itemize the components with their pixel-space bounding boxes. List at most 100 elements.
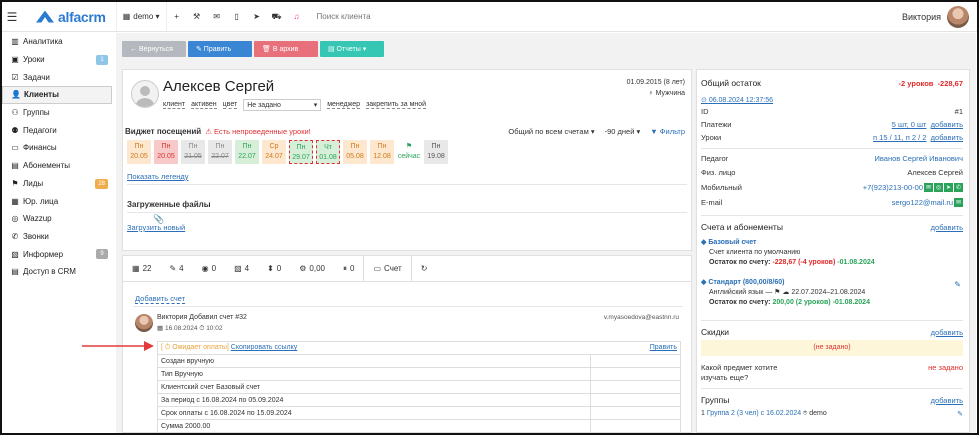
invoice-edit-link[interactable]: Править [650,344,677,351]
back-button[interactable]: ← Вернуться [122,41,186,57]
sidebar-item-building[interactable]: ▦ Юр. лица [2,192,112,210]
telegram-icon[interactable]: ➤ [247,2,267,31]
tag-client[interactable]: клиент [163,101,186,109]
tab-3[interactable]: ▧ 4 [225,256,258,281]
copy-link[interactable]: Скопировать ссылку [231,344,298,351]
scope-select[interactable]: Общий по всем счетам ▾ [508,127,594,136]
attendance-day[interactable]: Ср 24.07 [262,140,286,164]
attendance-day[interactable]: Пн 20.05 [127,140,151,164]
sidebar-item-teacher[interactable]: ⚉ Педагоги [2,121,112,139]
sidebar-item-card[interactable]: ▤ Абонементы [2,157,112,175]
payments-add-link[interactable]: добавить [931,120,963,129]
sidebar-item-tasks[interactable]: ☑ Задачи [2,68,112,86]
filter-button[interactable]: ▼ Фильтр [650,127,685,136]
mobile-row: Мобильный +7(923)213-00-00 ✉ ◎ ➤ ✆ [701,183,963,192]
sidebar-item-whatsapp[interactable]: ◎ Wazzup [2,210,112,228]
branch-selector[interactable]: ▦ demo ▾ [115,2,167,31]
standard-account-title[interactable]: ◆ Стандарт (800,00/8/60) [701,278,870,288]
mobile-value[interactable]: +7(923)213-00-00 [863,183,923,192]
edit-pencil-icon[interactable]: ✎ [954,280,961,289]
groups-add-link[interactable]: добавить [931,396,963,405]
wrench-icon[interactable]: ⚒ [187,2,207,31]
mail-icon[interactable]: ✉ [924,183,933,192]
tab-4[interactable]: ⬍ 0 [258,256,290,281]
sidebar-item-users[interactable]: ⚇ Группы [2,104,112,122]
tab-icon: ⏸ [342,263,347,273]
logo[interactable]: alfacrm [22,9,116,25]
attendance-day[interactable]: Пн 05.08 [343,140,367,164]
sidebar-item-lock[interactable]: ▤ Доступ в CRM [2,263,112,281]
attendance-day[interactable]: Пн 29.07 [289,140,313,164]
attendance-day[interactable]: Пн 22.07 [208,140,232,164]
show-legend-link[interactable]: Показать легенду [127,172,189,181]
attendance-weekday: Пн [161,143,171,150]
tag-color[interactable]: цвет [222,101,238,109]
add-invoice-link[interactable]: Добавить счет [135,294,186,304]
subject-value[interactable]: не задано [928,363,963,372]
attendance-day[interactable]: Пн 22.07 [235,140,259,164]
standard-balance-sum: 200,00 (2 уроков) [772,299,831,306]
sidebar-item-phone[interactable]: ✆ Звонки [2,228,112,246]
table-row: Создан вручную [157,354,681,368]
edit-pencil-icon[interactable]: ✎ [957,410,963,418]
tab-0[interactable]: ▦ 22 [123,256,160,281]
status-select[interactable]: Не задано ▾ [243,99,322,111]
client-card: Алексев Сергей 01.09.2015 (8 лет) ♀ Мужч… [122,69,692,251]
reports-button[interactable]: ▤ Отчеты ▾ [320,41,384,57]
person-value: Алексев Сергей [907,168,963,177]
tag-active[interactable]: активен [191,101,217,109]
mail-icon[interactable]: ✉ [207,2,227,31]
bell-icon[interactable]: ♫ [287,2,307,31]
attendance-day[interactable]: Пн 20.05 [154,140,178,164]
search-input[interactable]: Поиск клиента [307,2,377,31]
base-account-title[interactable]: ◆ Базовый счет [701,238,875,248]
attendance-day[interactable]: Пн 12.08 [370,140,394,164]
manager-link[interactable]: менеджер [327,101,361,109]
range-select[interactable]: -90 дней ▾ [605,127,641,136]
attendance-day[interactable]: Пн 21.05 [181,140,205,164]
tab-7[interactable]: ▭ Счет [363,256,412,281]
add-icon[interactable]: + [167,2,187,31]
upload-link[interactable]: Загрузить новый [127,223,185,232]
sidebar-item-user[interactable]: 👤 Клиенты [2,86,112,104]
table-row: Клиентский счет Базовый счет [157,380,681,394]
widget-warning[interactable]: ⚠ Есть непроведенные уроки! [205,127,311,136]
standard-account-name: Стандарт (800,00/8/60) [708,279,785,286]
invoice-row-empty [590,406,681,420]
lessons-value[interactable]: п 15 / 11, п 2 / 2 [873,133,926,142]
invoice-row-empty [590,367,681,381]
attendance-day[interactable]: ⚑ сейчас [397,140,421,164]
tab-6[interactable]: ⏸ 0 [334,256,363,281]
hamburger-icon[interactable]: ☰ [2,2,22,31]
mobile-icon[interactable]: ▯ [227,2,247,31]
sidebar-item-money[interactable]: ▭ Финансы [2,139,112,157]
group-link[interactable]: Группа 2 (3 чел) с 16.02.2024 [707,410,801,417]
accounts-add-link[interactable]: добавить [931,223,963,232]
teacher-value[interactable]: Иванов Сергей Иванович [875,154,963,163]
tab-1[interactable]: ✎ 4 [160,256,192,281]
attendance-day[interactable]: Чт 01.08 [316,140,340,164]
tab-8[interactable]: ↻ [412,256,440,281]
sidebar-item-info[interactable]: ▧ Информер 9 [2,245,112,263]
sidebar-item-chart[interactable]: ▥ Аналитика [2,33,112,51]
attendance-day[interactable]: Пн 19.08 [424,140,448,164]
whatsapp-icon[interactable]: ◎ [934,183,943,192]
balance-date[interactable]: ⊙ 06.08.2024 12:37:56 [701,96,773,104]
discounts-add-link[interactable]: добавить [931,328,963,337]
email-value[interactable]: sergo122@mail.ru [892,198,953,207]
lessons-add-link[interactable]: добавить [931,133,963,142]
telegram-icon[interactable]: ➤ [944,183,953,192]
mail-icon[interactable]: ✉ [954,198,963,207]
sidebar-item-lead[interactable]: ⚑ Лиды 28 [2,175,112,193]
user-menu[interactable]: Виктория [902,6,969,28]
tab-5[interactable]: ⚙ 0,00 [290,256,334,281]
tab-2[interactable]: ◉ 0 [193,256,225,281]
archive-button[interactable]: 🗑 В архив [254,41,318,57]
cart-icon[interactable]: ⛟ [267,2,287,31]
payments-value[interactable]: 5 шт, 0 шт [892,120,927,129]
sidebar-item-calendar[interactable]: ▣ Уроки 1 [2,51,112,69]
edit-button[interactable]: ✎ Править [188,41,252,57]
lock-link[interactable]: закрепить за мной [366,101,427,109]
invoice-row-cell: Клиентский счет Базовый счет [157,380,591,394]
phone-icon[interactable]: ✆ [954,183,963,192]
